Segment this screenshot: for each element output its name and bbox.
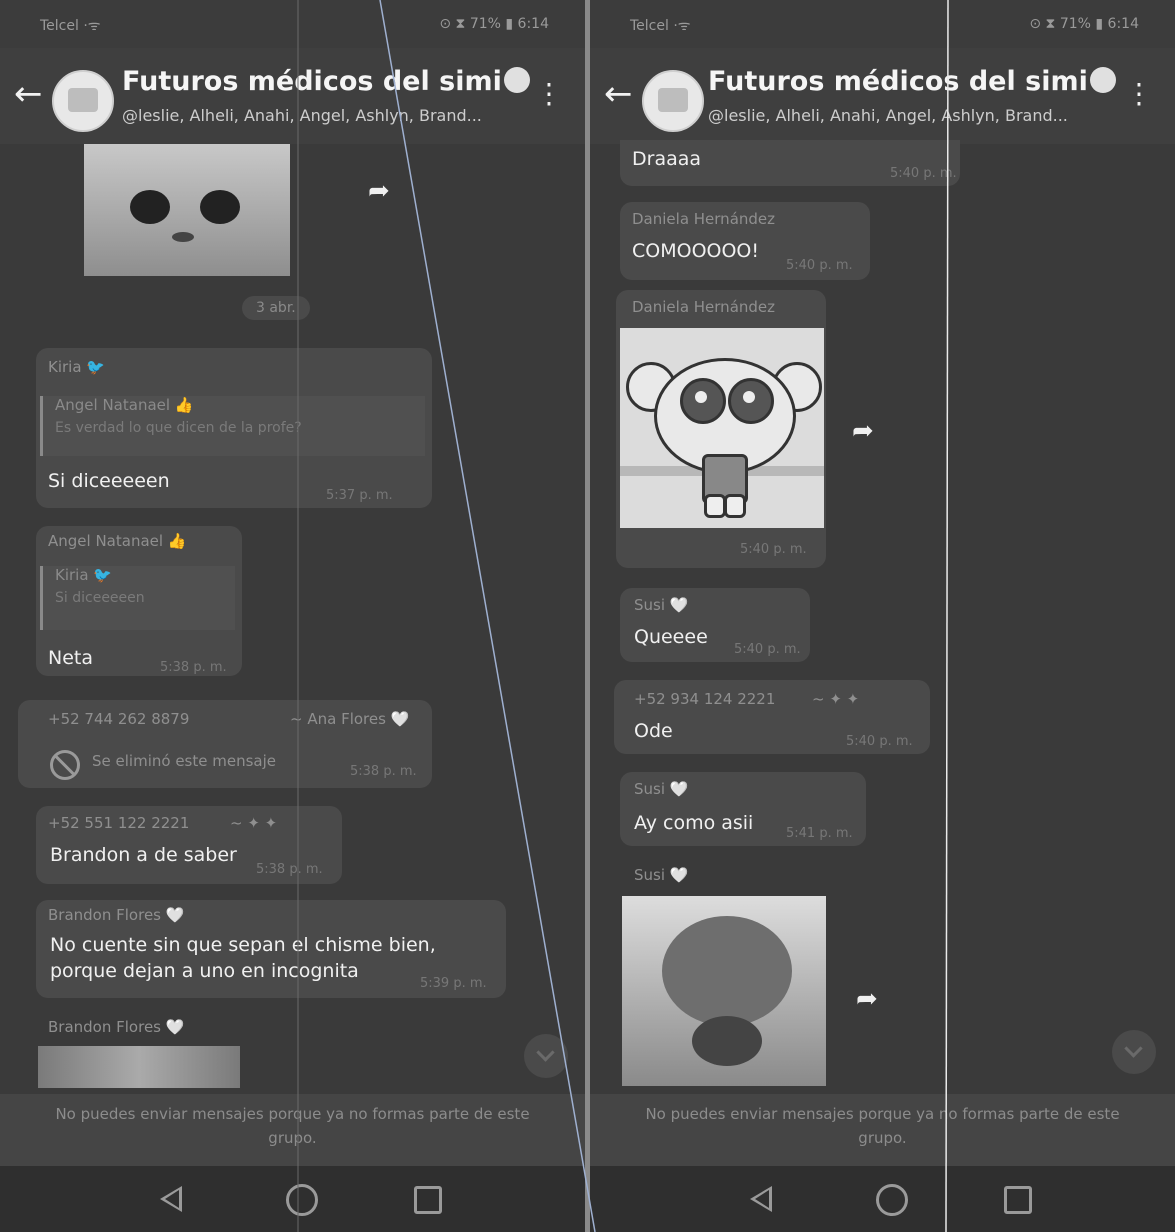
share-icon[interactable]: ➦ <box>852 416 874 446</box>
message-sender: Susi 🤍 <box>634 866 689 884</box>
more-options-icon[interactable]: ⋮ <box>1125 74 1153 114</box>
message-time: 5:38 p. m. <box>160 660 227 675</box>
deleted-icon <box>50 750 80 780</box>
group-title[interactable]: Futuros médicos del simi <box>708 66 1116 97</box>
reply-quote[interactable]: Kiria 🐦 Si diceeeeen <box>40 566 235 630</box>
more-options-icon[interactable]: ⋮ <box>535 74 563 114</box>
group-title[interactable]: Futuros médicos del simi <box>122 66 530 97</box>
cat-nose <box>172 232 194 242</box>
carrier-label: Telcel ⋅ᯤ <box>40 18 101 34</box>
cat-eye <box>130 190 170 224</box>
share-icon[interactable]: ➦ <box>368 176 390 206</box>
message-time: 5:41 p. m. <box>786 826 853 841</box>
group-title-text: Futuros médicos del simi <box>708 66 1088 97</box>
message-sender: Brandon Flores 🤍 <box>48 1018 185 1036</box>
face-image[interactable] <box>622 896 826 1086</box>
message-time: 5:38 p. m. <box>350 764 417 779</box>
quote-text: Es verdad lo que dicen de la profe? <box>55 420 302 436</box>
message-text: COMOOOOO! <box>632 240 760 262</box>
message-text: Neta <box>48 647 93 669</box>
message-text: porque dejan a uno en incognita <box>50 960 359 982</box>
message-text: Ay como asii <box>634 812 754 834</box>
share-icon[interactable]: ➦ <box>856 984 878 1014</box>
status-bar: Telcel ⋅ᯤ ⊙ ⧗ 71% ▮ 6:14 <box>0 0 585 48</box>
chevron-down-icon[interactable] <box>524 1034 568 1078</box>
triangle-back-icon[interactable] <box>160 1186 182 1212</box>
image-shape <box>662 916 792 1026</box>
group-title-text: Futuros médicos del simi <box>122 66 502 97</box>
triangle-back-icon[interactable] <box>750 1186 772 1212</box>
group-avatar[interactable] <box>642 70 704 132</box>
emoji-icon <box>503 67 530 93</box>
circle-home-icon[interactable] <box>876 1184 908 1216</box>
status-indicators: ⊙ ⧗ 71% ▮ 6:14 <box>1029 16 1139 32</box>
message-sender: Susi 🤍 <box>634 596 689 614</box>
carrier-label: Telcel ⋅ᯤ <box>630 18 691 34</box>
cartoon-image[interactable] <box>620 328 824 528</box>
message-sender: Brandon Flores 🤍 <box>48 906 185 924</box>
system-nav-bar <box>590 1166 1175 1232</box>
chat-header: ← Futuros médicos del simi @leslie, Alhe… <box>0 48 585 144</box>
message-sender: Susi 🤍 <box>634 780 689 798</box>
square-recent-icon[interactable] <box>1004 1186 1032 1214</box>
reply-quote[interactable]: Angel Natanael 👍 Es verdad lo que dicen … <box>40 396 425 456</box>
message-time: 5:39 p. m. <box>420 976 487 991</box>
status-indicators: ⊙ ⧗ 71% ▮ 6:14 <box>439 16 549 32</box>
cat-eye <box>200 190 240 224</box>
back-arrow-icon[interactable]: ← <box>14 70 43 118</box>
phone-screen-right: Telcel ⋅ᯤ ⊙ ⧗ 71% ▮ 6:14 ← Futuros médic… <box>590 0 1175 1232</box>
date-chip: 3 abr. <box>242 296 310 320</box>
quote-text: Si diceeeeen <box>55 590 145 606</box>
emoji-icon <box>1089 67 1116 93</box>
back-arrow-icon[interactable]: ← <box>604 70 633 118</box>
message-sender: Kiria 🐦 <box>48 358 105 376</box>
phone-screen-left: Telcel ⋅ᯤ ⊙ ⧗ 71% ▮ 6:14 ← Futuros médic… <box>0 0 585 1232</box>
cat-image[interactable] <box>84 144 290 276</box>
message-time: 5:38 p. m. <box>256 862 323 877</box>
image-preview[interactable] <box>38 1046 240 1088</box>
cartoon-eye <box>728 378 774 424</box>
message-sender-alias: ~ ✦ ✦ <box>230 814 278 832</box>
message-time: 5:40 p. m. <box>890 166 957 181</box>
message-sender: +52 551 122 2221 <box>48 814 190 832</box>
chat-header: ← Futuros médicos del simi @leslie, Alhe… <box>590 48 1175 144</box>
message-time: 5:40 p. m. <box>740 542 807 557</box>
message-text: Draaaa <box>632 148 702 170</box>
status-bar: Telcel ⋅ᯤ ⊙ ⧗ 71% ▮ 6:14 <box>590 0 1175 48</box>
read-only-notice: No puedes enviar mensajes porque ya no f… <box>590 1094 1175 1166</box>
read-only-notice: No puedes enviar mensajes porque ya no f… <box>0 1094 585 1166</box>
square-recent-icon[interactable] <box>414 1186 442 1214</box>
message-text: Queeee <box>634 626 708 648</box>
group-avatar[interactable] <box>52 70 114 132</box>
message-time: 5:40 p. m. <box>734 642 801 657</box>
message-sender: +52 934 124 2221 <box>634 690 776 708</box>
message-time: 5:37 p. m. <box>326 488 393 503</box>
message-sender: Daniela Hernández <box>632 298 776 316</box>
message-sender: Daniela Hernández <box>632 210 776 228</box>
group-members[interactable]: @leslie, Alheli, Anahi, Angel, Ashlyn, B… <box>122 106 522 125</box>
circle-home-icon[interactable] <box>286 1184 318 1216</box>
deleted-message-text: Se eliminó este mensaje <box>92 752 276 770</box>
message-sender-alias: ~ ✦ ✦ <box>812 690 860 708</box>
message-text: Si diceeeeen <box>48 470 170 492</box>
quote-sender: Angel Natanael 👍 <box>55 396 194 414</box>
image-shape <box>692 1016 762 1066</box>
group-members[interactable]: @leslie, Alheli, Anahi, Angel, Ashlyn, B… <box>708 106 1108 125</box>
message-sender: +52 744 262 8879 <box>48 710 190 728</box>
quote-sender: Kiria 🐦 <box>55 566 112 584</box>
cartoon-eye <box>680 378 726 424</box>
cartoon-foot <box>724 494 746 518</box>
message-sender: Angel Natanael 👍 <box>48 532 187 550</box>
message-time: 5:40 p. m. <box>846 734 913 749</box>
message-text: Ode <box>634 720 673 742</box>
message-sender-alias: ~ Ana Flores 🤍 <box>290 710 410 728</box>
message-text: Brandon a de saber <box>50 844 237 866</box>
cartoon-foot <box>704 494 726 518</box>
message-time: 5:40 p. m. <box>786 258 853 273</box>
message-text: No cuente sin que sepan el chisme bien, <box>50 934 436 956</box>
chevron-down-icon[interactable] <box>1112 1030 1156 1074</box>
system-nav-bar <box>0 1166 585 1232</box>
